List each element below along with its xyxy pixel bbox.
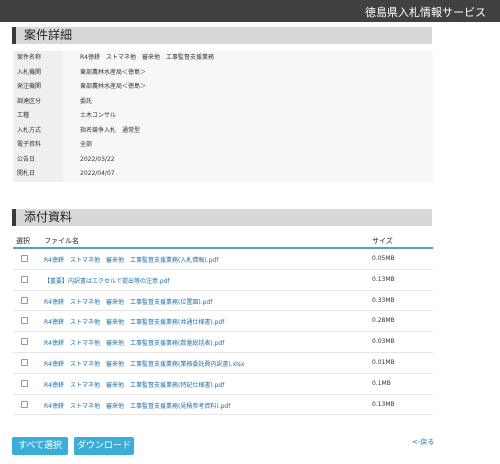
file-checkbox[interactable] — [21, 379, 28, 387]
column-header-file-name: ファイル名 — [44, 237, 79, 245]
file-size: 0.05MB — [372, 255, 395, 262]
column-header-select: 選択 — [16, 237, 30, 245]
file-size: 0.13MB — [372, 400, 395, 408]
column-header-size: サイズ — [372, 237, 393, 245]
detail-label: 案件名称 — [13, 51, 63, 66]
table-row: R4徳耕 ストマネ他 審来他 工事監督支援業務(入札情報).pdf 0.05MB — [13, 249, 433, 270]
section-marker — [12, 27, 16, 44]
detail-row: 公告日 2022/03/22 — [13, 152, 433, 167]
file-checkbox[interactable] — [21, 296, 28, 304]
detail-label: 工種 — [13, 109, 63, 124]
site-name: 徳島県入札情報サービス — [365, 6, 486, 19]
file-size: 0.03MB — [372, 338, 395, 346]
detail-label: 発注機関 — [13, 80, 63, 95]
detail-value: 指名競争入札 通常型 — [63, 123, 433, 138]
file-checkbox[interactable] — [21, 338, 28, 346]
details-section-header: 案件詳細 — [12, 27, 432, 44]
table-row: R4徳耕 ストマネ他 審来他 工事監督支援業務(業務委託費内訳書).xlsx 0.… — [13, 353, 433, 374]
file-link[interactable]: R4徳耕 ストマネ他 審来他 工事監督支援業務(見積参考資料).pdf — [44, 401, 230, 410]
detail-row: 発注機関 東部農林水産局＜徳島＞ — [13, 80, 433, 95]
attachments-title: 添付資料 — [24, 210, 73, 224]
file-size: 0.13MB — [372, 275, 395, 283]
detail-value: 委託 — [63, 94, 433, 109]
detail-value: 東部農林水産局＜徳島＞ — [63, 80, 433, 95]
detail-row: 調達区分 委託 — [13, 94, 433, 109]
table-header: 選択 ファイル名 サイズ — [13, 234, 433, 249]
detail-row: 入札方式 指名競争入札 通常型 — [13, 123, 433, 138]
file-link[interactable]: R4徳耕 ストマネ他 審来他 工事監督支援業務(共通仕様書).pdf — [44, 317, 224, 326]
table-row: R4徳耕 ストマネ他 審来他 工事監督支援業務(数量総括表).pdf 0.03MB — [13, 332, 433, 353]
file-checkbox[interactable] — [21, 275, 28, 283]
detail-value: 東部農林水産局＜徳島＞ — [63, 65, 433, 80]
detail-value: 土木コンサル — [63, 109, 433, 124]
file-size: 0.28MB — [372, 317, 395, 325]
file-link[interactable]: R4徳耕 ストマネ他 審来他 工事監督支援業務(数量総括表).pdf — [44, 338, 224, 347]
detail-row: 入札機関 東部農林水産局＜徳島＞ — [13, 65, 433, 80]
detail-row: 案件名称 R4徳耕 ストマネ他 審来他 工事監督支援業務 — [13, 51, 433, 66]
table-row: R4徳耕 ストマネ他 審来他 工事監督支援業務(共通仕様書).pdf 0.28MB — [13, 311, 433, 333]
file-link[interactable]: 【重要】内訳書はエクセルで提出等の注意.pdf — [44, 276, 170, 285]
top-bar: 徳島県入札情報サービス — [0, 0, 500, 22]
table-row: R4徳耕 ストマネ他 審来他 工事監督支援業務(位置図).pdf 0.33MB — [13, 291, 433, 312]
select-all-button[interactable]: すべて選択 — [12, 437, 68, 455]
table-row: 【重要】内訳書はエクセルで提出等の注意.pdf 0.13MB — [13, 270, 433, 291]
table-row: R4徳耕 ストマネ他 審来他 工事監督支援業務(見積参考資料).pdf 0.13M… — [13, 395, 433, 416]
detail-value: 全部 — [63, 138, 433, 153]
file-checkbox[interactable] — [21, 358, 28, 366]
detail-value: R4徳耕 ストマネ他 審来他 工事監督支援業務 — [63, 51, 433, 66]
back-link[interactable]: <-戻る — [412, 437, 434, 447]
details-table: 案件名称 R4徳耕 ストマネ他 審来他 工事監督支援業務 入札機関 東部農林水産局＜… — [13, 51, 433, 182]
attachments-section-header: 添付資料 — [12, 209, 432, 226]
detail-label: 入札機関 — [13, 65, 63, 80]
attachments-table: 選択 ファイル名 サイズ R4徳耕 ストマネ他 審来他 工事監督支援業務(入札情… — [13, 234, 433, 416]
detail-value: 2022/04/07 — [63, 167, 433, 182]
download-button[interactable]: ダウンロード — [74, 437, 134, 455]
file-size: 0.33MB — [372, 296, 395, 304]
file-size: 0.01MB — [372, 358, 395, 366]
detail-row: 開札日 2022/04/07 — [13, 167, 433, 182]
detail-row: 電子資料 全部 — [13, 138, 433, 153]
file-link[interactable]: R4徳耕 ストマネ他 審来他 工事監督支援業務(業務委託費内訳書).xlsx — [44, 359, 244, 368]
detail-label: 開札日 — [13, 167, 63, 182]
details-title: 案件詳細 — [24, 28, 73, 42]
detail-row: 工種 土木コンサル — [13, 109, 433, 124]
file-link[interactable]: R4徳耕 ストマネ他 審来他 工事監督支援業務(特記仕様書).pdf — [44, 380, 224, 389]
section-marker — [12, 209, 16, 226]
file-link[interactable]: R4徳耕 ストマネ他 審来他 工事監督支援業務(入札情報).pdf — [44, 255, 218, 264]
file-checkbox[interactable] — [21, 255, 28, 262]
file-checkbox[interactable] — [21, 400, 28, 408]
file-checkbox[interactable] — [21, 317, 28, 325]
detail-label: 電子資料 — [13, 138, 63, 153]
detail-label: 調達区分 — [13, 94, 63, 109]
table-row: R4徳耕 ストマネ他 審来他 工事監督支援業務(特記仕様書).pdf 0.1MB — [13, 374, 433, 395]
detail-value: 2022/03/22 — [63, 152, 433, 167]
file-size: 0.1MB — [372, 379, 391, 387]
file-link[interactable]: R4徳耕 ストマネ他 審来他 工事監督支援業務(位置図).pdf — [44, 297, 212, 306]
detail-label: 公告日 — [13, 152, 63, 167]
detail-label: 入札方式 — [13, 123, 63, 138]
